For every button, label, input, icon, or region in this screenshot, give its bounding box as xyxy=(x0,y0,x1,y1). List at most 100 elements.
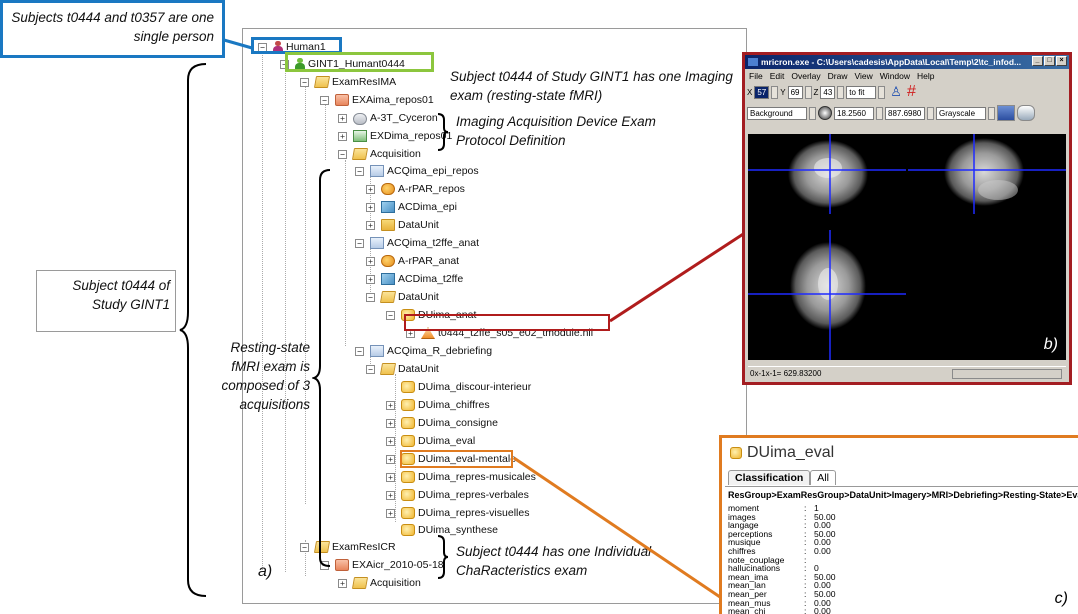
tree-node[interactable]: + ACDima_t2ffe xyxy=(366,271,463,287)
min-intensity-input[interactable]: 18.2560 xyxy=(834,106,874,120)
tree-node[interactable]: + A-rPAR_repos xyxy=(366,181,465,197)
expand-icon[interactable]: + xyxy=(386,490,395,500)
collapse-icon[interactable]: − xyxy=(320,95,329,105)
expand-icon[interactable]: + xyxy=(366,202,375,212)
layer-select[interactable]: Background xyxy=(747,106,807,120)
menu-file[interactable]: File xyxy=(749,71,763,81)
expand-icon[interactable]: + xyxy=(366,274,375,284)
zoom-select[interactable]: to fit xyxy=(846,85,877,99)
tab-all[interactable]: All xyxy=(810,470,836,485)
tree-node[interactable]: − Acquisition xyxy=(338,146,421,162)
expand-icon[interactable]: + xyxy=(366,220,375,230)
x-spinner[interactable] xyxy=(771,85,779,99)
y-coordinate-input[interactable]: 69 xyxy=(787,85,803,99)
collapse-icon[interactable]: − xyxy=(300,542,309,552)
tree-node[interactable]: + A-rPAR_anat xyxy=(366,253,459,269)
z-coordinate-input[interactable]: 43 xyxy=(820,85,836,99)
expand-icon[interactable]: + xyxy=(386,454,395,464)
tree-node[interactable]: − EXAima_repos01 xyxy=(320,92,434,108)
brain-view[interactable]: b) xyxy=(748,134,1066,360)
collapse-icon[interactable]: − xyxy=(355,346,364,356)
max-intensity-input[interactable]: 887.6980 xyxy=(885,106,925,120)
expand-icon[interactable]: + xyxy=(366,256,375,266)
tree-node[interactable]: − DataUnit xyxy=(366,289,439,305)
x-coordinate-input[interactable]: 57 xyxy=(754,85,770,99)
coordinate-toolbar: X 57 Y 69 Z 43 to fit ♙ # xyxy=(745,82,1069,102)
maximize-button[interactable]: □ xyxy=(1044,56,1055,66)
close-button[interactable]: × xyxy=(1056,56,1067,66)
acquisition-icon xyxy=(370,165,384,177)
tree-node[interactable]: − ACQima_t2ffe_anat xyxy=(355,235,479,251)
menu-window[interactable]: Window xyxy=(880,71,910,81)
menu-view[interactable]: View xyxy=(855,71,873,81)
protocol-icon xyxy=(353,130,367,142)
collapse-icon[interactable]: − xyxy=(300,77,309,87)
menu-help[interactable]: Help xyxy=(917,71,934,81)
expand-icon[interactable]: + xyxy=(386,436,395,446)
render-button[interactable] xyxy=(997,105,1015,121)
menu-draw[interactable]: Draw xyxy=(828,71,848,81)
colormap-select[interactable]: Grayscale xyxy=(936,106,986,120)
exam-icon xyxy=(335,94,349,106)
brain-slices[interactable] xyxy=(748,134,1066,360)
max-spinner[interactable] xyxy=(927,106,934,120)
collapse-icon[interactable]: − xyxy=(366,364,375,374)
collapse-icon[interactable]: − xyxy=(366,292,375,302)
x-label: X xyxy=(747,87,753,97)
autocontrast-icon[interactable] xyxy=(818,106,832,120)
collapse-icon[interactable]: − xyxy=(338,149,347,159)
tree-node[interactable]: + A-3T_Cyceron xyxy=(338,110,438,126)
data-unit-icon xyxy=(401,471,415,483)
minimize-button[interactable]: _ xyxy=(1032,56,1043,66)
parameters-icon xyxy=(381,183,395,195)
zoom-dropdown-icon[interactable] xyxy=(878,85,886,99)
expand-icon[interactable]: + xyxy=(366,184,375,194)
tree-node[interactable]: − EXAicr_2010-05-18 xyxy=(320,557,444,573)
tree-node[interactable]: − ACQima_R_debriefing xyxy=(355,343,492,359)
tree-node[interactable]: − DataUnit xyxy=(366,361,439,377)
tree-node[interactable]: + DUima_chiffres xyxy=(386,397,490,413)
menu-overlay[interactable]: Overlay xyxy=(791,71,820,81)
tree-node-label: ACQima_R_debriefing xyxy=(387,345,493,357)
tree-node[interactable]: − ExamResIMA xyxy=(300,74,396,90)
expand-icon[interactable]: + xyxy=(386,508,395,518)
clip-button[interactable] xyxy=(1017,105,1035,121)
collapse-icon[interactable]: − xyxy=(386,310,395,320)
expand-icon[interactable]: + xyxy=(386,472,395,482)
colormap-dropdown-icon[interactable] xyxy=(988,106,995,120)
expand-icon[interactable]: + xyxy=(338,113,347,123)
acquisitions-brace xyxy=(312,169,331,567)
collapse-icon[interactable]: − xyxy=(355,166,364,176)
tree-node-label: EXAima_repos01 xyxy=(352,94,434,106)
tree-node-label: DUima_consigne xyxy=(418,417,498,429)
crosshair-icon[interactable]: # xyxy=(907,83,916,101)
tree-node[interactable]: + DataUnit xyxy=(366,217,439,233)
subject-study-note: Subject t0444 of Study GINT1 xyxy=(72,278,170,312)
menu-edit[interactable]: Edit xyxy=(770,71,785,81)
z-spinner[interactable] xyxy=(837,85,845,99)
expand-icon[interactable]: + xyxy=(338,578,347,588)
tree-node[interactable]: + DUima_repres-verbales xyxy=(386,487,529,503)
mricron-title: mricron.exe - C:\Users\cadesis\AppData\L… xyxy=(761,57,1022,67)
person-view-icon[interactable]: ♙ xyxy=(890,84,902,100)
layer-dropdown-icon[interactable] xyxy=(809,106,816,120)
tree-node[interactable]: DUima_discour-interieur xyxy=(386,379,531,395)
min-spinner[interactable] xyxy=(876,106,883,120)
tree-node[interactable]: − ACQima_epi_repos xyxy=(355,163,479,179)
y-spinner[interactable] xyxy=(804,85,812,99)
device-brace xyxy=(437,113,449,151)
expand-icon[interactable]: + xyxy=(386,418,395,428)
tree-node[interactable]: + ACDima_epi xyxy=(366,199,457,215)
parameters-icon xyxy=(381,255,395,267)
tree-node[interactable]: + DUima_repres-visuelles xyxy=(386,505,529,521)
expand-icon[interactable]: + xyxy=(338,131,347,141)
tree-node[interactable]: + DUima_eval xyxy=(386,433,475,449)
tree-node[interactable]: + DUima_consigne xyxy=(386,415,498,431)
expand-icon[interactable]: + xyxy=(386,400,395,410)
folder-open-icon xyxy=(313,76,331,88)
tree-node[interactable]: + Acquisition xyxy=(338,575,421,591)
collapse-icon[interactable]: − xyxy=(355,238,364,248)
tab-classification[interactable]: Classification xyxy=(728,470,811,485)
nii-file-highlight xyxy=(404,314,610,331)
same-person-note: Subjects t0444 and t0357 are one single … xyxy=(11,10,214,44)
